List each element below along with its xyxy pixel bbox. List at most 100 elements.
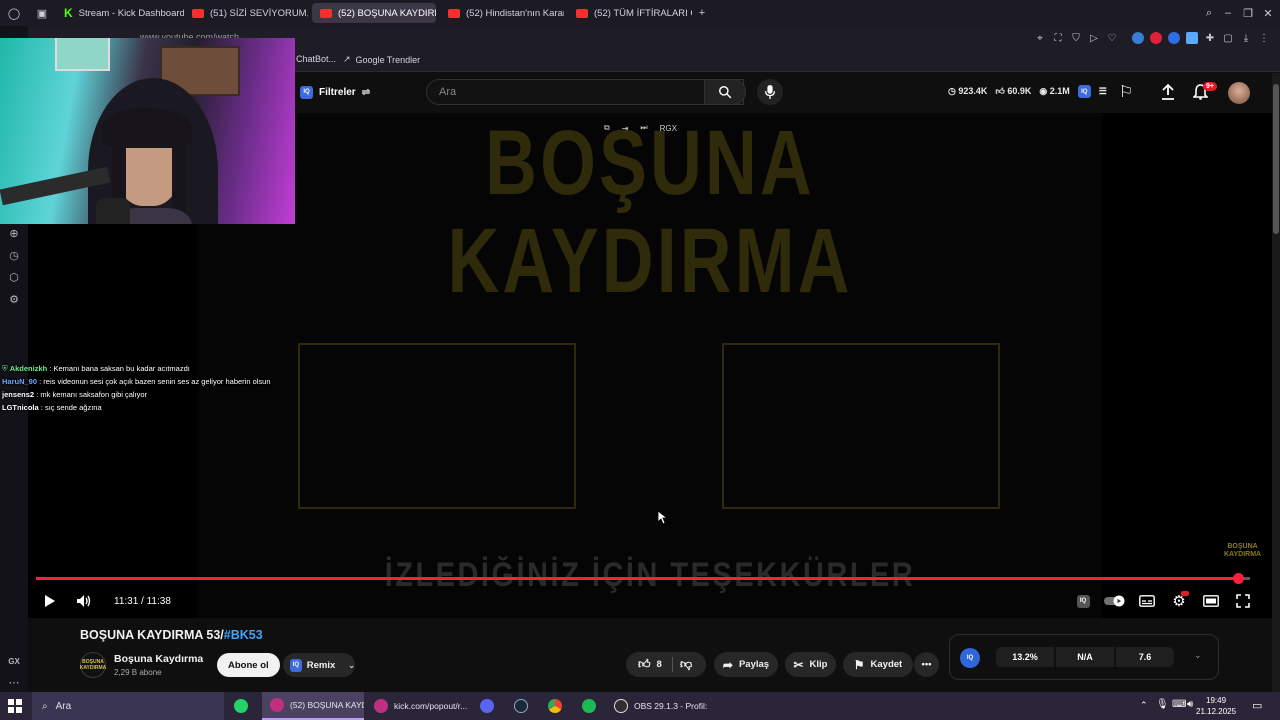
taskbar-app-opera-youtube[interactable]: (52) BOŞUNA KAYD... (262, 692, 364, 720)
search-input[interactable] (439, 86, 743, 98)
taskbar-app-discord[interactable] (472, 692, 504, 720)
close-icon[interactable]: ✕ (1260, 5, 1276, 21)
share-button[interactable]: ➦ Paylaş (714, 652, 778, 677)
subscribe-button[interactable]: Abone ol (217, 653, 280, 677)
hashtag-link[interactable]: #BK53 (224, 628, 263, 642)
enter-icon[interactable]: ⇥ (622, 124, 629, 133)
bookmark-google-trends[interactable]: ↗ Google Trendler (343, 54, 420, 65)
progress-scrubber[interactable] (1232, 573, 1244, 584)
settings-button[interactable]: ⚙ (1170, 591, 1189, 611)
notification-center-icon[interactable]: ▭ (1252, 699, 1262, 712)
page-scrollbar-thumb[interactable] (1273, 84, 1279, 234)
menu-icon[interactable]: ⋮ (1258, 32, 1270, 44)
taskbar-app-spotify[interactable] (574, 692, 606, 720)
player-icon[interactable]: ⊕ (6, 225, 22, 241)
tab-label: (52) BOŞUNA KAYDIRMA (338, 7, 436, 19)
shield-icon[interactable]: ⛉ (1070, 32, 1082, 44)
kick-icon: K (64, 6, 73, 20)
tab-youtube-3[interactable]: (52) Hindistan'nın Karanl (440, 3, 564, 23)
snapshot-icon[interactable]: ⛶ (1052, 32, 1064, 44)
clip-button[interactable]: ✂ Klip (785, 652, 836, 677)
tab-youtube-1[interactable]: (51) SİZİ SEVİYORUM, SİZ (184, 3, 308, 23)
trophy-icon[interactable]: ⚐ (1116, 82, 1136, 102)
workspaces-icon[interactable]: ▣ (34, 5, 50, 21)
taskbar-app-chrome[interactable] (540, 692, 572, 720)
skip-icon[interactable]: ⏭ (640, 123, 647, 133)
iq-cell-ratio[interactable]: 13.2% (996, 647, 1054, 667)
like-count[interactable]: 8 (657, 659, 662, 670)
eye-icon: ◉ (1039, 86, 1048, 96)
extension-translate-icon[interactable] (1186, 32, 1198, 44)
play-button[interactable] (40, 591, 60, 611)
fullscreen-button[interactable] (1234, 591, 1252, 611)
volume-button[interactable] (74, 591, 94, 611)
extension-globe-icon[interactable] (1168, 32, 1180, 44)
extensions-puzzle-icon[interactable]: ✚ (1204, 32, 1216, 44)
upload-icon[interactable] (1158, 82, 1178, 102)
heart-icon[interactable]: ♡ (1106, 32, 1118, 44)
iq-cell-na[interactable]: N/A (1056, 647, 1114, 667)
iq-icon: IQ (300, 85, 313, 99)
more-icon[interactable]: ⋯ (6, 674, 22, 690)
iq-icon[interactable]: IQ (1077, 85, 1091, 98)
theater-mode-button[interactable] (1202, 591, 1220, 611)
taskbar-app-obs[interactable]: OBS 29.1.3 - Profil: ... (606, 692, 710, 720)
play-icon[interactable]: ▷ (1088, 32, 1100, 44)
tray-volume-icon[interactable]: 🔊︎ (1187, 699, 1193, 710)
new-tab-icon[interactable]: + (694, 5, 710, 21)
volume-icon (77, 595, 91, 607)
popout-icon[interactable]: ⧉ (604, 123, 610, 133)
autoplay-toggle[interactable] (1104, 591, 1126, 611)
windows-start-icon[interactable] (8, 699, 22, 713)
tray-network-icon[interactable]: ⌨ (1172, 699, 1186, 710)
tray-mic-icon[interactable]: 🎙︎ (1156, 699, 1169, 710)
search-icon (719, 86, 732, 99)
extension-red-icon[interactable] (1150, 32, 1162, 44)
list-icon[interactable]: ☰ (1099, 86, 1107, 97)
user-avatar[interactable] (1228, 82, 1250, 104)
tab-label: Stream - Kick Dashboard (78, 7, 184, 19)
voice-search-button[interactable] (757, 79, 783, 105)
minimize-icon[interactable]: – (1220, 5, 1236, 21)
theater-icon (1203, 595, 1219, 607)
search-button[interactable] (704, 79, 746, 105)
subtitles-button[interactable] (1138, 591, 1156, 611)
filters-button[interactable]: IQ Filtreler ⇌ (300, 81, 370, 103)
taskbar-app-opera-kick[interactable]: kick.com/popout/r... (366, 692, 470, 720)
chevron-down-icon[interactable]: ⌄ (1194, 650, 1202, 661)
tab-youtube-active[interactable]: (52) BOŞUNA KAYDIRMA (312, 3, 436, 23)
extensions-icon[interactable]: ⬡ (6, 269, 22, 285)
channel-name[interactable]: Boşuna Kaydırma (114, 653, 203, 665)
channel-avatar[interactable]: BOŞUNA KAYDIRMA (80, 652, 106, 678)
progress-bar[interactable] (36, 573, 1250, 584)
notification-count-badge: 9+ (1203, 82, 1217, 91)
history-icon[interactable]: ◷ (6, 247, 22, 263)
taskbar-app-whatsapp[interactable] (226, 692, 258, 720)
more-actions-button[interactable]: ••• (914, 652, 939, 677)
download-icon[interactable]: ⤓ (1240, 32, 1252, 44)
iq-player-button[interactable]: IQ (1074, 591, 1092, 611)
restore-icon[interactable]: ❐ (1240, 5, 1256, 21)
search-tabs-icon[interactable]: ⌕ (1201, 5, 1217, 21)
overlay-label[interactable]: RGX (660, 124, 677, 133)
like-icon[interactable]: 👍︎ (638, 657, 651, 672)
gx-corner-icon[interactable]: GX (6, 653, 22, 669)
iq-cell-score[interactable]: 7.6 (1116, 647, 1174, 667)
save-button[interactable]: ⚑ Kaydet (843, 652, 913, 677)
tray-chevron-icon[interactable]: ⌃ (1140, 700, 1148, 711)
bookmark-chatbot[interactable]: ChatBot... (296, 54, 336, 64)
extension-blue-icon[interactable] (1132, 32, 1144, 44)
remix-button[interactable]: IQ Remix ⌄ (283, 653, 355, 677)
settings-icon[interactable]: ⚙ (6, 291, 22, 307)
dislike-icon[interactable]: 👎︎ (680, 657, 692, 672)
pin-icon[interactable]: ⌖ (1034, 32, 1046, 44)
tab-youtube-4[interactable]: (52) TÜM İFTİRALARI ÇÖ (568, 3, 692, 23)
taskbar-search[interactable]: ⌕ Ara (32, 692, 224, 720)
easy-files-icon[interactable]: ▢ (1222, 32, 1234, 44)
iq-logo-icon[interactable]: IQ (960, 648, 980, 668)
opera-gx-logo-icon[interactable]: ◯ (6, 5, 22, 21)
channel-watermark[interactable]: BOŞUNA KAYDIRMA (1224, 543, 1261, 559)
taskbar-app-steam[interactable] (506, 692, 538, 720)
taskbar-clock[interactable]: 19:49 21.12.2025 (1196, 695, 1236, 717)
tab-kick-dashboard[interactable]: K Stream - Kick Dashboard (56, 3, 184, 23)
